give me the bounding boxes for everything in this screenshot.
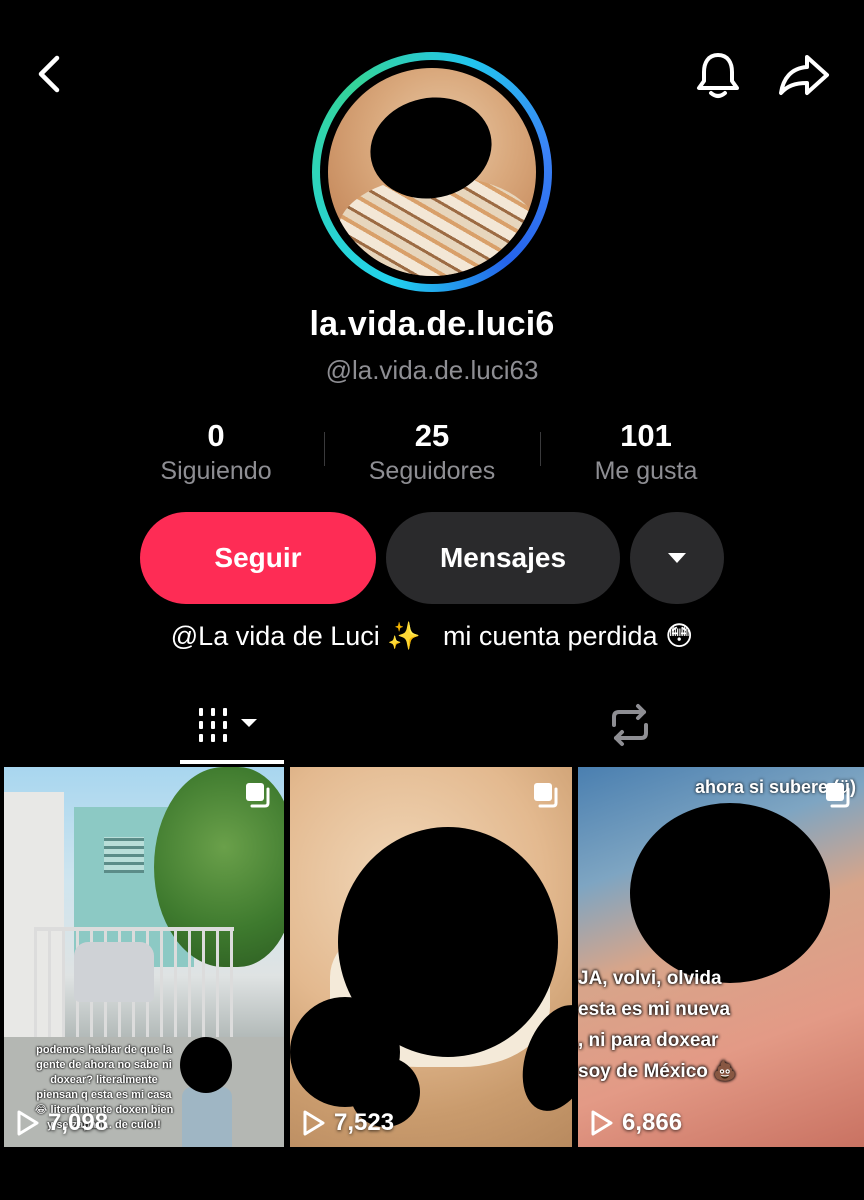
stat-likes[interactable]: 101 Me gusta — [546, 418, 746, 488]
follow-button[interactable]: Seguir — [140, 512, 376, 604]
share-button[interactable] — [774, 50, 834, 100]
video-thumbnail[interactable]: 7,523 — [290, 767, 572, 1147]
stat-followers[interactable]: 25 Seguidores — [332, 418, 532, 488]
video-thumbnail[interactable]: podemos hablar de que la gente de ahora … — [4, 767, 284, 1147]
avatar — [328, 68, 536, 276]
stat-followers-label: Seguidores — [368, 457, 496, 485]
stat-followers-value: 25 — [414, 418, 450, 453]
tab-videos[interactable] — [180, 690, 284, 760]
thumb-scene — [74, 942, 154, 1002]
grid-icon — [199, 708, 257, 742]
caption-line: , ni para doxear — [578, 1030, 719, 1051]
profile-bio: @La vida de Luci ✨ mi cuenta perdida 😳 — [0, 620, 864, 652]
avatar-story-ring[interactable] — [312, 52, 552, 292]
play-icon — [303, 1110, 325, 1136]
view-count-value: 7,523 — [334, 1109, 395, 1136]
share-icon — [779, 55, 829, 95]
thumb-scene — [182, 1087, 232, 1147]
thumb-scene — [104, 837, 144, 873]
profile-stats: 0 Siguiendo 25 Seguidores 101 Me gusta — [0, 418, 864, 490]
stat-likes-value: 101 — [620, 418, 672, 453]
video-grid: podemos hablar de que la gente de ahora … — [0, 767, 864, 1147]
view-count-value: 6,866 — [622, 1109, 683, 1136]
play-icon — [17, 1110, 39, 1136]
caption-line: esta es mi nueva — [578, 999, 731, 1020]
content-tabs — [0, 690, 864, 766]
messages-button[interactable]: Mensajes — [386, 512, 620, 604]
more-options-button[interactable] — [630, 512, 724, 604]
stat-likes-label: Me gusta — [594, 457, 698, 485]
video-thumbnail[interactable]: ahora si subere (ü) JA, volvi, olvida es… — [578, 767, 864, 1147]
view-count: 7,098 — [16, 1109, 108, 1137]
multi-image-icon — [534, 783, 558, 808]
redaction — [630, 803, 830, 983]
repost-icon — [612, 704, 648, 746]
avatar-frame — [320, 60, 544, 284]
bell-icon — [697, 53, 739, 98]
bio-mention[interactable]: @La vida de Luci ✨ — [171, 621, 421, 651]
view-count: 7,523 — [302, 1109, 394, 1137]
multi-image-icon — [826, 783, 850, 808]
stat-divider — [324, 432, 325, 466]
caption-line: soy de México 💩 — [578, 1061, 737, 1082]
tab-reposts[interactable] — [590, 690, 670, 760]
active-tab-indicator — [180, 760, 284, 764]
play-icon — [591, 1110, 613, 1136]
stat-following-label: Siguiendo — [160, 457, 272, 485]
bio-text: mi cuenta perdida 😳 — [442, 621, 694, 651]
stat-divider — [540, 432, 541, 466]
stat-following[interactable]: 0 Siguiendo — [116, 418, 316, 488]
display-name: la.vida.de.luci6 — [309, 305, 555, 343]
back-icon — [38, 55, 60, 93]
view-count: 6,866 — [590, 1109, 682, 1137]
video-caption: JA, volvi, olvida esta es mi nueva , ni … — [578, 963, 778, 1087]
notifications-button[interactable] — [692, 48, 744, 102]
user-handle: @la.vida.de.luci63 — [325, 355, 539, 385]
stat-following-value: 0 — [207, 418, 225, 453]
back-button[interactable] — [28, 52, 68, 96]
redaction — [180, 1037, 232, 1093]
view-count-value: 7,098 — [48, 1109, 109, 1136]
multi-image-icon — [246, 783, 270, 808]
caret-down-icon — [668, 553, 686, 563]
caption-line: JA, volvi, olvida — [578, 968, 722, 989]
